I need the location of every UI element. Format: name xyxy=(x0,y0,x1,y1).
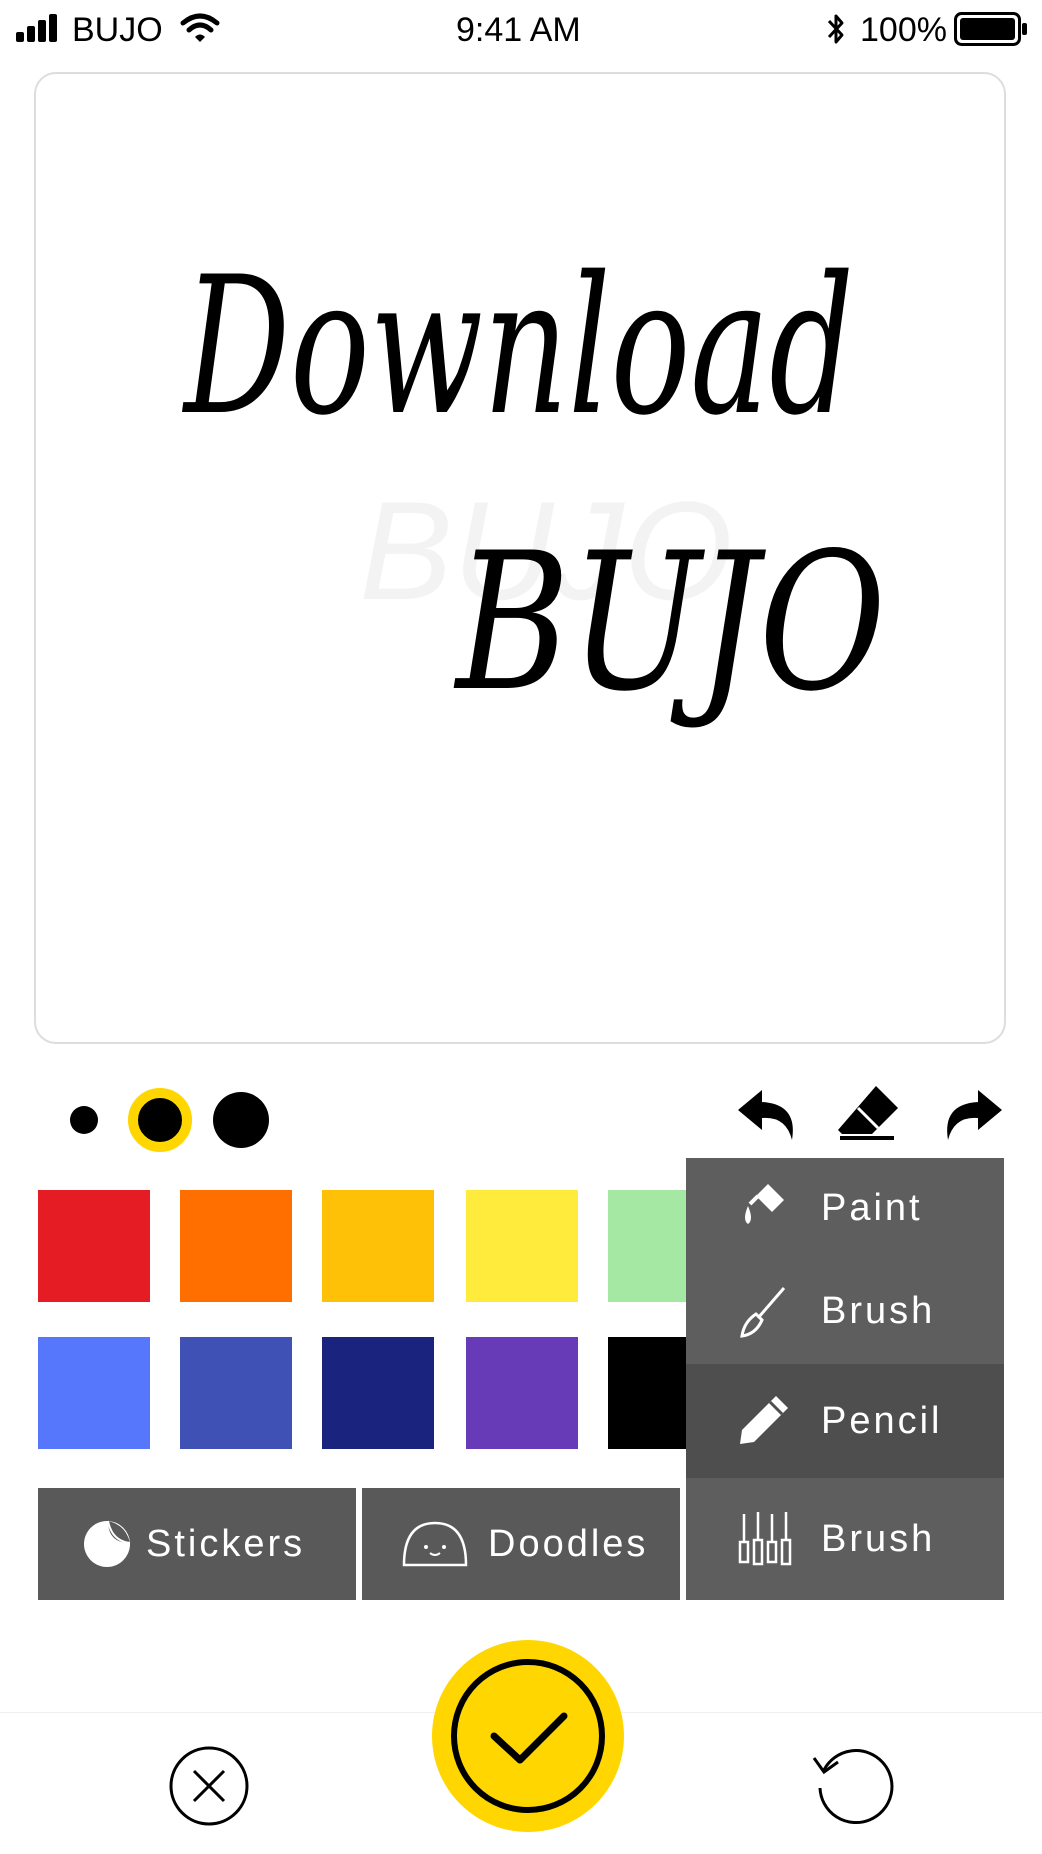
doodles-label: Doodles xyxy=(488,1522,649,1565)
doodles-button[interactable]: Doodles xyxy=(362,1488,680,1600)
status-time: 9:41 AM xyxy=(456,11,581,49)
brush-icon xyxy=(740,1287,786,1338)
tool-menu-label-pencil: Pencil xyxy=(821,1399,943,1442)
battery-icon xyxy=(954,12,1027,46)
canvas-drawing: BUJO Download BUJO xyxy=(182,236,886,733)
color-swatch[interactable] xyxy=(322,1190,434,1302)
undo-icon[interactable] xyxy=(734,1086,804,1142)
carrier-name: BUJO xyxy=(72,11,163,49)
rotate-icon[interactable] xyxy=(808,1740,894,1826)
tool-menu: Paint Brush Pencil Brush xyxy=(686,1158,1004,1600)
status-bar: BUJO 9:41 AM 100% xyxy=(0,0,1042,62)
eraser-icon[interactable] xyxy=(836,1084,900,1140)
stickers-button[interactable]: Stickers xyxy=(38,1488,356,1600)
tool-menu-item-pencil[interactable]: Pencil xyxy=(686,1364,1004,1478)
canvas-text-line1: Download xyxy=(182,236,854,457)
color-swatch[interactable] xyxy=(180,1337,292,1449)
stickers-label: Stickers xyxy=(146,1522,306,1565)
color-swatch[interactable] xyxy=(38,1190,150,1302)
brush-size-small[interactable] xyxy=(70,1106,98,1134)
drawing-canvas[interactable]: BUJO Download BUJO xyxy=(34,72,1006,1044)
color-swatch[interactable] xyxy=(322,1337,434,1449)
bluetooth-icon xyxy=(827,14,844,44)
tool-menu-label-brush: Brush xyxy=(821,1289,936,1332)
signal-icon xyxy=(16,14,62,42)
battery-percent: 100% xyxy=(860,11,947,49)
tool-menu-item-brush[interactable]: Brush xyxy=(686,1258,1004,1364)
canvas-text-line2: BUJO xyxy=(454,512,886,733)
color-swatch[interactable] xyxy=(466,1190,578,1302)
color-swatch[interactable] xyxy=(466,1337,578,1449)
close-circle-icon[interactable] xyxy=(168,1745,250,1827)
tool-menu-item-paint[interactable]: Paint xyxy=(686,1158,1004,1258)
tool-menu-label-brushes: Brush xyxy=(821,1517,936,1560)
pencil-icon xyxy=(740,1396,788,1444)
paint-icon xyxy=(745,1184,784,1224)
wifi-icon xyxy=(180,13,220,42)
redo-icon[interactable] xyxy=(936,1086,1006,1142)
check-icon xyxy=(451,1659,605,1813)
brushes-icon xyxy=(738,1512,792,1566)
sticker-icon xyxy=(84,1520,131,1567)
doodle-face-icon xyxy=(402,1521,468,1567)
color-swatch[interactable] xyxy=(180,1190,292,1302)
tool-menu-item-brushes[interactable]: Brush xyxy=(686,1478,1004,1600)
tool-menu-label-paint: Paint xyxy=(821,1186,923,1229)
confirm-button[interactable] xyxy=(432,1640,624,1832)
color-swatch[interactable] xyxy=(38,1337,150,1449)
brush-size-large[interactable] xyxy=(213,1092,269,1148)
brush-size-medium[interactable] xyxy=(128,1088,192,1152)
